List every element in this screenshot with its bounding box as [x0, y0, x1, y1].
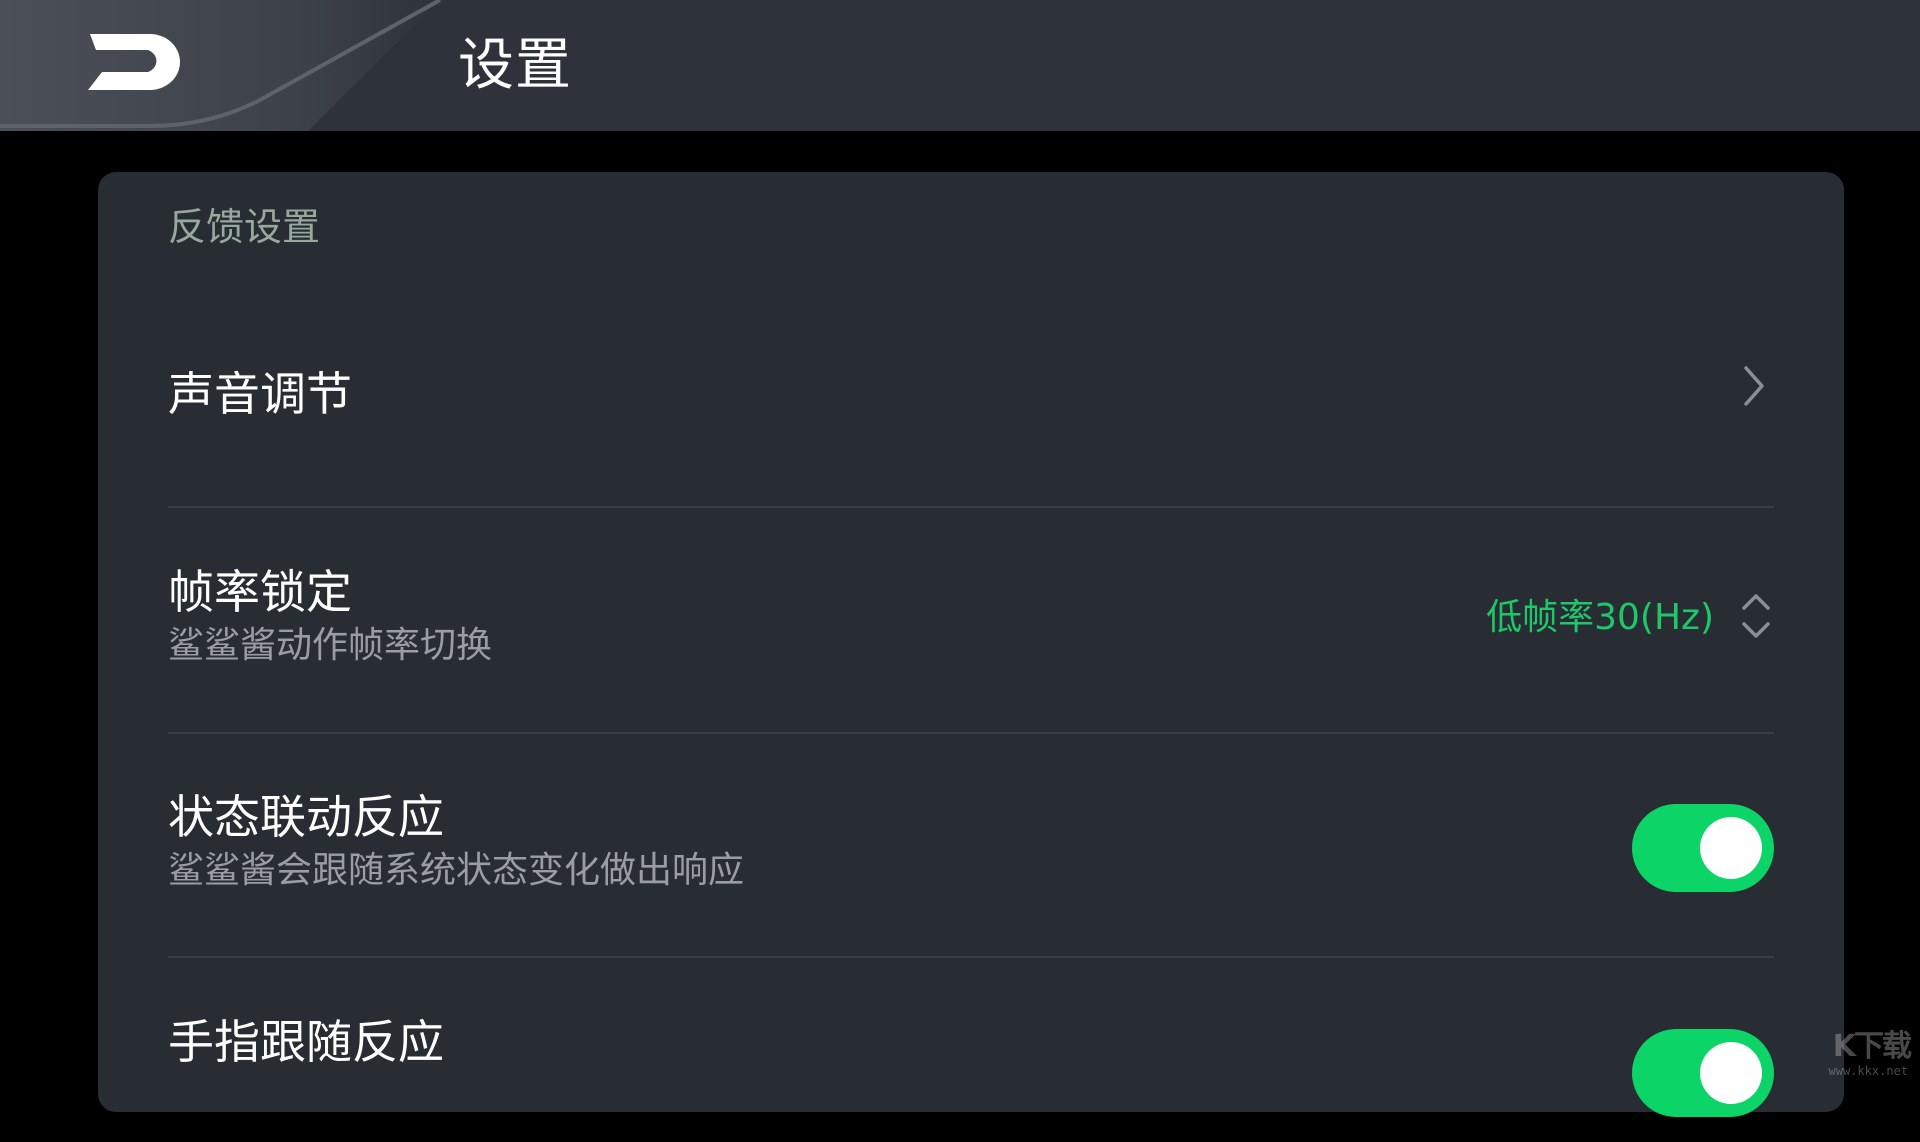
top-app-bar: 设置 [0, 0, 1920, 131]
divider [168, 732, 1774, 734]
up-down-arrows-icon[interactable] [1738, 588, 1774, 644]
state-linkage-subtitle: 鲨鲨酱会跟随系统状态变化做出响应 [168, 850, 745, 891]
page-title: 设置 [458, 33, 572, 98]
finger-follow-toggle[interactable] [1632, 1029, 1774, 1117]
back-arrow-icon[interactable] [80, 28, 185, 98]
toggle-knob [1700, 1042, 1762, 1104]
chevron-right-icon[interactable] [1734, 356, 1774, 416]
frame-rate-lock-title: 帧率锁定 [168, 565, 352, 619]
frame-rate-lock-row[interactable]: 帧率锁定 鲨鲨酱动作帧率切换 低帧率30(Hz) [168, 562, 1774, 692]
watermark-url: www.kkx.net [1828, 1064, 1908, 1078]
state-linkage-row: 状态联动反应 鲨鲨酱会跟随系统状态变化做出响应 [168, 787, 1774, 917]
sound-adjust-row[interactable]: 声音调节 [168, 352, 1774, 502]
frame-rate-lock-subtitle: 鲨鲨酱动作帧率切换 [168, 625, 493, 666]
feedback-settings-card: 反馈设置 声音调节 帧率锁定 鲨鲨酱动作帧率切换 低帧率30(Hz) 状态联动反… [98, 172, 1844, 1117]
state-linkage-toggle[interactable] [1632, 804, 1774, 892]
frame-rate-value[interactable]: 低帧率30(Hz) [1486, 594, 1714, 642]
watermark-text: K下载 [1832, 1029, 1912, 1064]
back-button-background [0, 0, 440, 131]
sound-adjust-title: 声音调节 [168, 367, 352, 421]
finger-follow-row: 手指跟随反应 [168, 1012, 1774, 1142]
divider [168, 506, 1774, 508]
section-title: 反馈设置 [168, 205, 321, 249]
finger-follow-title: 手指跟随反应 [168, 1015, 444, 1069]
toggle-knob [1700, 817, 1762, 879]
state-linkage-title: 状态联动反应 [168, 790, 444, 844]
divider [168, 956, 1774, 958]
watermark-logo: K下载 www.kkx.net [1796, 1029, 1914, 1079]
